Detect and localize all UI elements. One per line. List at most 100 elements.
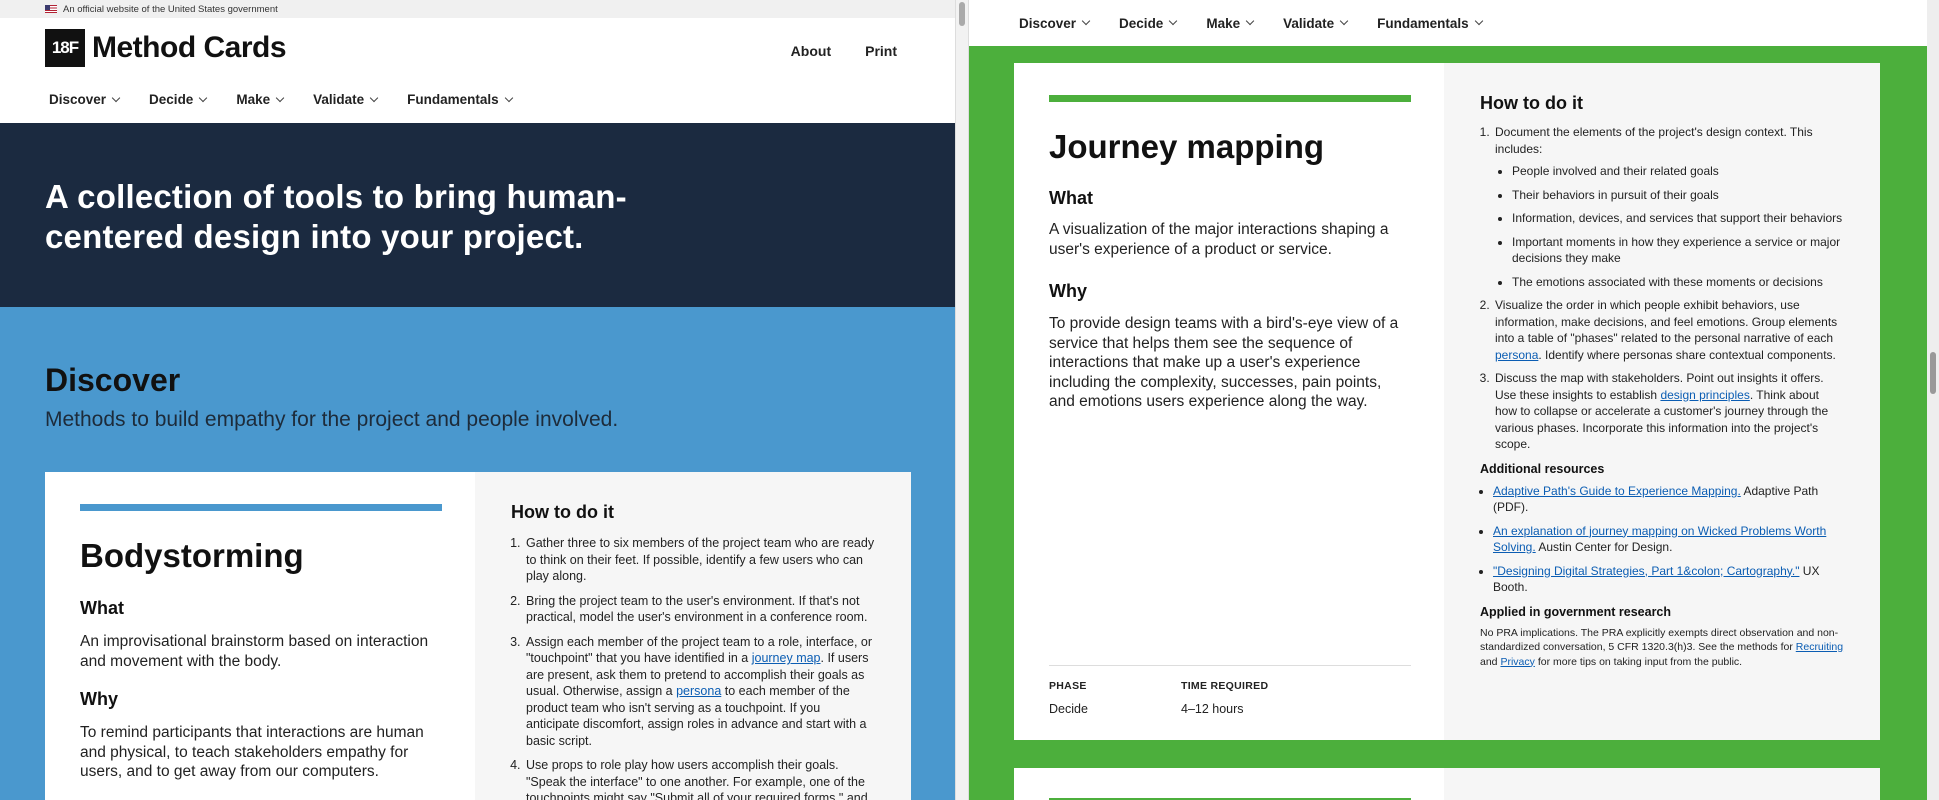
list-item: Important moments in how they experience… (1512, 234, 1844, 267)
persona-link[interactable]: persona (1495, 348, 1538, 362)
list-item: People involved and their related goals (1512, 163, 1844, 180)
step-item: Use props to role play how users accompl… (524, 757, 875, 800)
privacy-link[interactable]: Privacy (1500, 656, 1534, 668)
card-back: How to do it Gather three to six members… (475, 472, 911, 800)
recruiting-link[interactable]: Recruiting (1796, 641, 1843, 653)
resource-source: Austin Center for Design. (1538, 540, 1673, 554)
design-principles-link[interactable]: design principles (1660, 388, 1749, 402)
nav-make[interactable]: Make (236, 92, 285, 107)
hero-title: A collection of tools to bring human-cen… (45, 178, 627, 255)
card-title: Journey mapping (1049, 128, 1325, 165)
right-pane: Discover Decide Make Validate Fundamenta… (969, 0, 1939, 800)
resource-link[interactable]: Adaptive Path's Guide to Experience Mapp… (1493, 484, 1741, 498)
step-item: Visualize the order in which people exhi… (1493, 297, 1844, 363)
list-item: Their behaviors in pursuit of their goal… (1512, 187, 1844, 204)
about-link[interactable]: About (791, 43, 831, 59)
nav-fundamentals-label: Fundamentals (1377, 15, 1469, 31)
resources-label: Additional resources (1480, 461, 1605, 476)
scrollbar-thumb[interactable] (1930, 352, 1936, 394)
what-label: What (80, 598, 124, 618)
nav-fundamentals[interactable]: Fundamentals (407, 92, 513, 107)
list-item: "Designing Digital Strategies, Part 1&co… (1493, 563, 1844, 596)
method-card-next[interactable] (1014, 768, 1880, 800)
nav-decide[interactable]: Decide (1119, 15, 1178, 31)
nav-validate[interactable]: Validate (1283, 16, 1349, 31)
step-item: Document the elements of the project's d… (1493, 124, 1844, 290)
us-flag-icon (45, 5, 57, 13)
chevron-down-icon (1339, 16, 1349, 26)
nav-decide-label: Decide (1119, 15, 1164, 31)
card-meta: PHASE Decide TIME REQUIRED 4–12 hours (1049, 665, 1411, 716)
discover-section: Discover Methods to build empathy for th… (0, 307, 955, 800)
list-item: Information, devices, and services that … (1512, 210, 1844, 227)
note-text: for more tips on taking input from the p… (1537, 655, 1743, 668)
card-back (1444, 768, 1880, 800)
nav-validate-label: Validate (313, 92, 365, 107)
resources-list: Adaptive Path's Guide to Experience Mapp… (1480, 483, 1844, 596)
scrollbar-thumb[interactable] (959, 2, 965, 26)
card-front: Bodystorming What An improvisational bra… (45, 472, 475, 800)
pane-divider-scrollbar[interactable] (955, 0, 969, 800)
nav-decide[interactable]: Decide (149, 92, 208, 107)
card-accent-bar (80, 504, 442, 511)
chevron-down-icon (1245, 16, 1255, 26)
why-label: Why (80, 689, 118, 709)
time-block: TIME REQUIRED 4–12 hours (1181, 680, 1313, 716)
section-title: Discover (45, 362, 181, 398)
chevron-down-icon (199, 93, 208, 102)
step-text: Visualize the order in which people exhi… (1495, 298, 1838, 345)
why-text: To remind participants that interactions… (80, 724, 424, 780)
nav-make[interactable]: Make (1206, 16, 1255, 31)
nav-discover[interactable]: Discover (49, 92, 121, 107)
18f-logo[interactable]: 18F (45, 29, 85, 67)
nav-fundamentals[interactable]: Fundamentals (1377, 15, 1483, 31)
nav-decide-label: Decide (149, 92, 194, 107)
card-back: How to do it Document the elements of th… (1444, 63, 1880, 740)
card-accent-bar (1049, 95, 1411, 102)
time-label: TIME REQUIRED (1181, 680, 1269, 692)
persona-link[interactable]: persona (676, 684, 721, 698)
right-scrollbar[interactable] (1927, 0, 1939, 800)
left-pane: An official website of the United States… (0, 0, 955, 800)
nav-discover-label: Discover (1019, 15, 1077, 31)
nav-discover[interactable]: Discover (1019, 15, 1091, 31)
phase-label: PHASE (1049, 680, 1087, 692)
nav-make-label: Make (236, 92, 271, 107)
chevron-down-icon (275, 93, 285, 102)
card-title: Bodystorming (80, 537, 304, 574)
step-text: Document the elements of the project's d… (1495, 125, 1813, 156)
note-text: and (1480, 655, 1498, 668)
method-card-journey-mapping[interactable]: Journey mapping What A visualization of … (1014, 63, 1880, 740)
site-header: 18F Method Cards About Print (0, 18, 955, 92)
gov-banner: An official website of the United States… (0, 0, 955, 18)
what-label: What (1049, 188, 1093, 208)
step-text: . Identify where personas share contextu… (1538, 347, 1836, 362)
method-card-bodystorming[interactable]: Bodystorming What An improvisational bra… (45, 472, 911, 800)
print-link[interactable]: Print (865, 43, 897, 59)
list-item: Adaptive Path's Guide to Experience Mapp… (1493, 483, 1844, 516)
chevron-down-icon (369, 93, 379, 102)
gov-research-label: Applied in government research (1480, 604, 1672, 619)
how-steps: Document the elements of the project's d… (1480, 124, 1844, 453)
step-item: Discuss the map with stakeholders. Point… (1493, 370, 1844, 453)
chevron-down-icon (1169, 16, 1178, 26)
list-item: An explanation of journey mapping on Wic… (1493, 523, 1844, 556)
phase-block: PHASE Decide (1049, 680, 1181, 716)
nav-validate[interactable]: Validate (313, 92, 379, 107)
chevron-down-icon (1081, 16, 1091, 26)
site-title[interactable]: Method Cards (92, 31, 287, 65)
hero-banner: A collection of tools to bring human-cen… (0, 123, 955, 307)
what-text: A visualization of the major interaction… (1049, 221, 1389, 258)
journey-map-link[interactable]: journey map (752, 651, 821, 665)
step-item: Gather three to six members of the proje… (524, 535, 875, 585)
why-label: Why (1049, 281, 1087, 301)
gov-research-note: No PRA implications. The PRA explicitly … (1480, 626, 1844, 670)
resource-link[interactable]: "Designing Digital Strategies, Part 1&co… (1493, 564, 1799, 578)
header-links: About Print (791, 43, 897, 59)
main-nav: Discover Decide Make Validate Fundamenta… (49, 92, 513, 107)
chevron-down-icon (504, 93, 513, 102)
chevron-down-icon (111, 93, 121, 102)
section-subtitle: Methods to build empathy for the project… (45, 408, 619, 431)
gov-banner-text: An official website of the United States… (63, 3, 278, 15)
phase-value: Decide (1049, 702, 1088, 716)
